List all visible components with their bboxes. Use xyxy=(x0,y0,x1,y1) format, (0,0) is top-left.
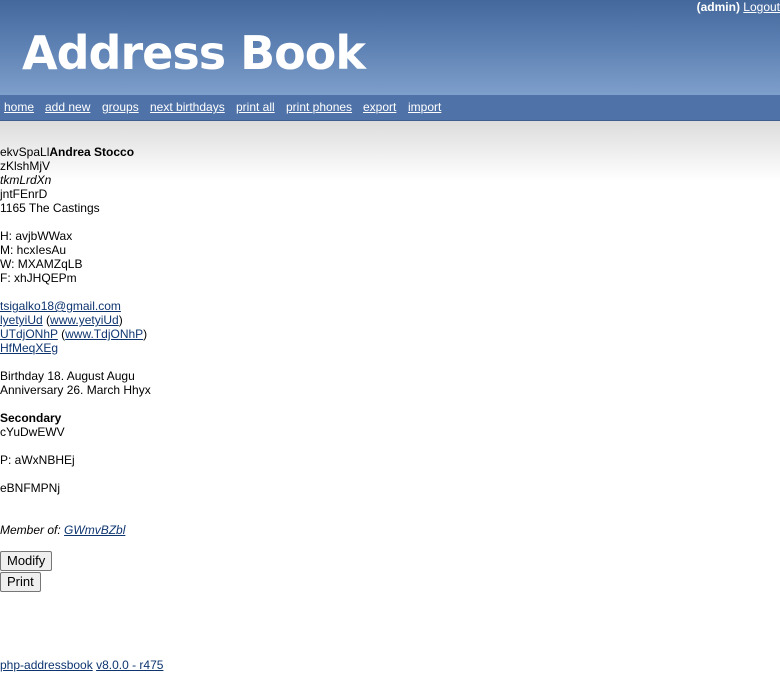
secondary-phone: P: aWxNBHEj xyxy=(0,453,75,467)
name-prefix: ekvSpaLl xyxy=(0,145,50,159)
logo: Address Book xyxy=(22,26,366,80)
current-user: (admin) xyxy=(696,0,740,14)
web1-line: lyetyiUd (www.yetyiUd) xyxy=(0,313,123,327)
birthday: Birthday 18. August Augu xyxy=(0,369,135,383)
member-of-line: Member of: GWmvBZbl xyxy=(0,523,125,537)
anniversary: Anniversary 26. March Hhyx xyxy=(0,383,151,397)
nav-bar: home add new groups next birthdays print… xyxy=(0,95,780,121)
phone-work: W: MXAMZqLB xyxy=(0,257,83,271)
footer-version-link[interactable]: v8.0.0 - r475 xyxy=(96,658,163,672)
web2-url-link[interactable]: www.TdjONhP xyxy=(65,327,143,341)
logout-link[interactable]: Logout xyxy=(743,0,780,14)
nav-print-phones[interactable]: print phones xyxy=(286,100,352,114)
header: (admin) Logout Address Book xyxy=(0,0,780,95)
modify-button[interactable]: Modify xyxy=(0,551,53,571)
nav-home[interactable]: home xyxy=(4,100,34,114)
contact-name-line: ekvSpaLlAndrea Stocco xyxy=(0,145,134,159)
secondary-heading: Secondary xyxy=(0,411,62,425)
fax: F: xhJHQEPm xyxy=(0,271,77,285)
web2-name-link[interactable]: UTdjONhP xyxy=(0,327,58,341)
group-link[interactable]: GWmvBZbl xyxy=(64,523,125,537)
footer: php-addressbook v8.0.0 - r475 xyxy=(0,658,163,672)
web1-name-link[interactable]: lyetyiUd xyxy=(0,313,43,327)
contact-nickname: zKlshMjV xyxy=(0,159,51,173)
nav-groups[interactable]: groups xyxy=(102,100,139,114)
web3-name-link[interactable]: HfMeqXEg xyxy=(0,341,58,355)
member-of-label: Member of: xyxy=(0,523,61,537)
nav-export[interactable]: export xyxy=(363,100,396,114)
notes: eBNFMPNj xyxy=(0,481,61,495)
nav-import[interactable]: import xyxy=(408,100,441,114)
nav-print-all[interactable]: print all xyxy=(236,100,275,114)
contact-address: 1165 The Castings xyxy=(0,201,100,215)
web3-line: HfMeqXEg xyxy=(0,341,58,355)
print-button[interactable]: Print xyxy=(0,572,41,592)
web1-url-link[interactable]: www.yetyiUd xyxy=(50,313,119,327)
nav-next-birthdays[interactable]: next birthdays xyxy=(150,100,225,114)
secondary-address: cYuDwEWV xyxy=(0,425,65,439)
email-line: tsigalko18@gmail.com xyxy=(0,299,121,313)
contact-company: jntFEnrD xyxy=(0,187,48,201)
contact-name: Andrea Stocco xyxy=(49,145,135,159)
user-area: (admin) Logout xyxy=(697,0,780,14)
phone-home: H: avjbWWax xyxy=(0,229,73,243)
email-link[interactable]: tsigalko18@gmail.com xyxy=(0,299,121,313)
nav-add-new[interactable]: add new xyxy=(45,100,90,114)
footer-app-link[interactable]: php-addressbook xyxy=(0,658,93,672)
web2-line: UTdjONhP (www.TdjONhP) xyxy=(0,327,148,341)
contact-title: tkmLrdXn xyxy=(0,173,52,187)
phone-mobile: M: hcxIesAu xyxy=(0,243,67,257)
